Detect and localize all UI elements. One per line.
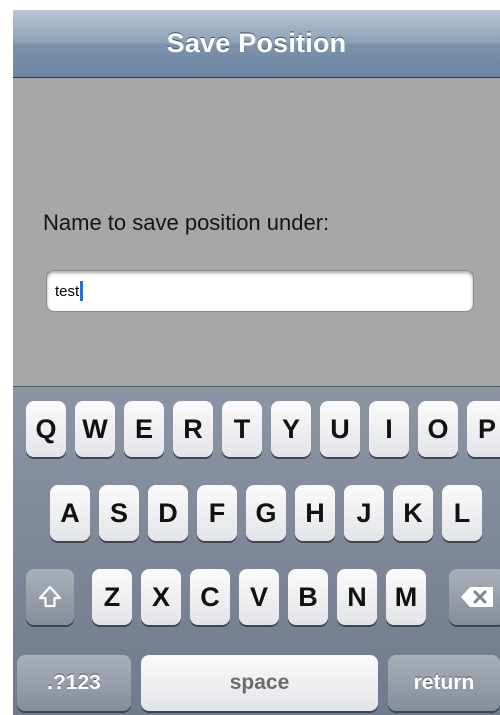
key-g[interactable]: G [246, 485, 286, 541]
text-cursor [80, 281, 84, 301]
key-t[interactable]: T [222, 401, 262, 457]
key-j[interactable]: J [344, 485, 384, 541]
key-a[interactable]: A [50, 485, 90, 541]
key-q[interactable]: Q [26, 401, 66, 457]
key-r[interactable]: R [173, 401, 213, 457]
key-u[interactable]: U [320, 401, 360, 457]
form-area: Name to save position under: test [13, 78, 500, 386]
key-o[interactable]: O [418, 401, 458, 457]
key-e[interactable]: E [124, 401, 164, 457]
name-field-label: Name to save position under: [43, 210, 330, 235]
numbers-key[interactable]: .?123 [17, 655, 131, 711]
key-c[interactable]: C [190, 569, 230, 625]
key-m[interactable]: M [386, 569, 426, 625]
iphone-screen: Save Position Name to save position unde… [13, 10, 500, 715]
key-s[interactable]: S [99, 485, 139, 541]
key-z[interactable]: Z [92, 569, 132, 625]
onscreen-keyboard: Q W E R T Y U I O P A S D F G H J K L Z … [13, 386, 500, 715]
navigation-bar: Save Position [13, 10, 500, 78]
key-l[interactable]: L [442, 485, 482, 541]
backspace-key[interactable] [449, 569, 500, 625]
key-i[interactable]: I [369, 401, 409, 457]
backspace-icon [460, 586, 494, 608]
key-f[interactable]: F [197, 485, 237, 541]
shift-arrow-icon [37, 584, 63, 610]
page-title: Save Position [166, 28, 347, 58]
position-name-value: test [55, 282, 80, 300]
key-n[interactable]: N [337, 569, 377, 625]
return-key[interactable]: return [388, 655, 500, 711]
key-k[interactable]: K [393, 485, 433, 541]
key-w[interactable]: W [75, 401, 115, 457]
key-y[interactable]: Y [271, 401, 311, 457]
key-h[interactable]: H [295, 485, 335, 541]
key-x[interactable]: X [141, 569, 181, 625]
key-p[interactable]: P [467, 401, 500, 457]
space-key[interactable]: space [141, 655, 378, 711]
shift-key[interactable] [26, 569, 74, 625]
key-v[interactable]: V [239, 569, 279, 625]
key-d[interactable]: D [148, 485, 188, 541]
key-b[interactable]: B [288, 569, 328, 625]
position-name-input[interactable]: test [46, 270, 474, 312]
